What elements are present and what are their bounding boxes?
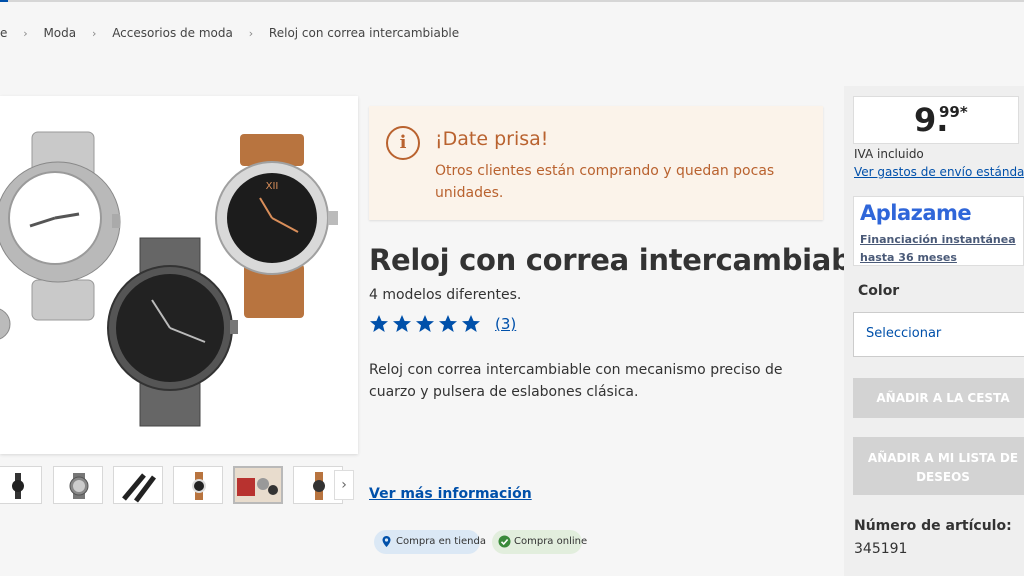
breadcrumb: e › Moda › Accesorios de moda › Reloj co… xyxy=(0,26,459,40)
color-label: Color xyxy=(858,283,900,299)
chevron-right-icon: › xyxy=(341,477,347,493)
add-to-cart-button[interactable]: AÑADIR A LA CESTA xyxy=(853,378,1024,418)
watches-illustration: XII xyxy=(0,131,338,427)
color-select-value: Seleccionar xyxy=(866,326,942,341)
badge-online-label: Compra online xyxy=(514,536,588,547)
article-number: 345191 xyxy=(854,541,908,557)
thumbnail-5-selected[interactable] xyxy=(233,466,283,504)
star-icon xyxy=(393,315,411,332)
chevron-right-icon: › xyxy=(91,27,97,40)
badge-in-store: Compra en tienda xyxy=(374,530,486,554)
alert-message: Otros clientes están comprando y quedan … xyxy=(435,163,775,201)
product-main-image[interactable]: XII xyxy=(0,96,358,454)
price-decimals: 99* xyxy=(939,103,968,121)
thumbnail-next-button[interactable]: › xyxy=(334,470,354,500)
product-title: Reloj con correa intercambiable xyxy=(369,243,881,277)
breadcrumb-accesorios[interactable]: Accesorios de moda xyxy=(112,26,233,40)
add-to-wishlist-button[interactable]: AÑADIR A MI LISTA DE DESEOS xyxy=(853,437,1024,495)
star-icon xyxy=(416,315,434,332)
star-icon xyxy=(439,315,457,332)
top-accent xyxy=(0,0,8,2)
svg-text:XII: XII xyxy=(266,181,279,192)
star-icon xyxy=(370,315,388,332)
color-select[interactable]: Seleccionar xyxy=(853,312,1024,357)
article-number-label: Número de artículo: xyxy=(854,518,1012,534)
star-icon xyxy=(462,315,480,332)
rating-count-link[interactable]: (3) xyxy=(495,315,516,333)
thumbnail-4[interactable] xyxy=(173,466,223,504)
product-description: Reloj con correa intercambiable con meca… xyxy=(369,362,783,400)
aplazame-logo: Aplazame xyxy=(860,201,972,225)
badge-in-store-label: Compra en tienda xyxy=(396,536,486,547)
financing-link[interactable]: Financiación instantánea hasta 36 meses xyxy=(860,231,1020,267)
location-pin-icon xyxy=(382,536,391,547)
breadcrumb-home[interactable]: e xyxy=(0,26,7,40)
chevron-right-icon: › xyxy=(23,27,28,40)
thumbnail-3[interactable] xyxy=(113,466,163,504)
vat-note: IVA incluido xyxy=(854,147,924,161)
chevron-right-icon: › xyxy=(248,27,254,40)
badge-online: Compra online xyxy=(492,530,587,554)
price-box: 9. 99* xyxy=(853,96,1019,144)
financing-box[interactable]: Aplazame Financiación instantánea hasta … xyxy=(853,196,1024,266)
check-circle-icon xyxy=(498,535,511,548)
thumbnail-1[interactable] xyxy=(0,466,42,504)
info-icon: i xyxy=(386,126,420,160)
product-subtitle: 4 modelos diferentes. xyxy=(369,287,522,303)
shipping-costs-link[interactable]: Ver gastos de envío estándar xyxy=(854,165,1024,179)
alert-title: ¡Date prisa! xyxy=(435,128,549,150)
hurry-alert: i ¡Date prisa! Otros clientes están comp… xyxy=(369,106,823,220)
more-info-link[interactable]: Ver más información xyxy=(369,486,532,502)
breadcrumb-current: Reloj con correa intercambiable xyxy=(268,26,460,40)
thumbnail-2[interactable] xyxy=(53,466,103,504)
breadcrumb-moda[interactable]: Moda xyxy=(43,26,76,40)
top-border xyxy=(0,0,1024,2)
